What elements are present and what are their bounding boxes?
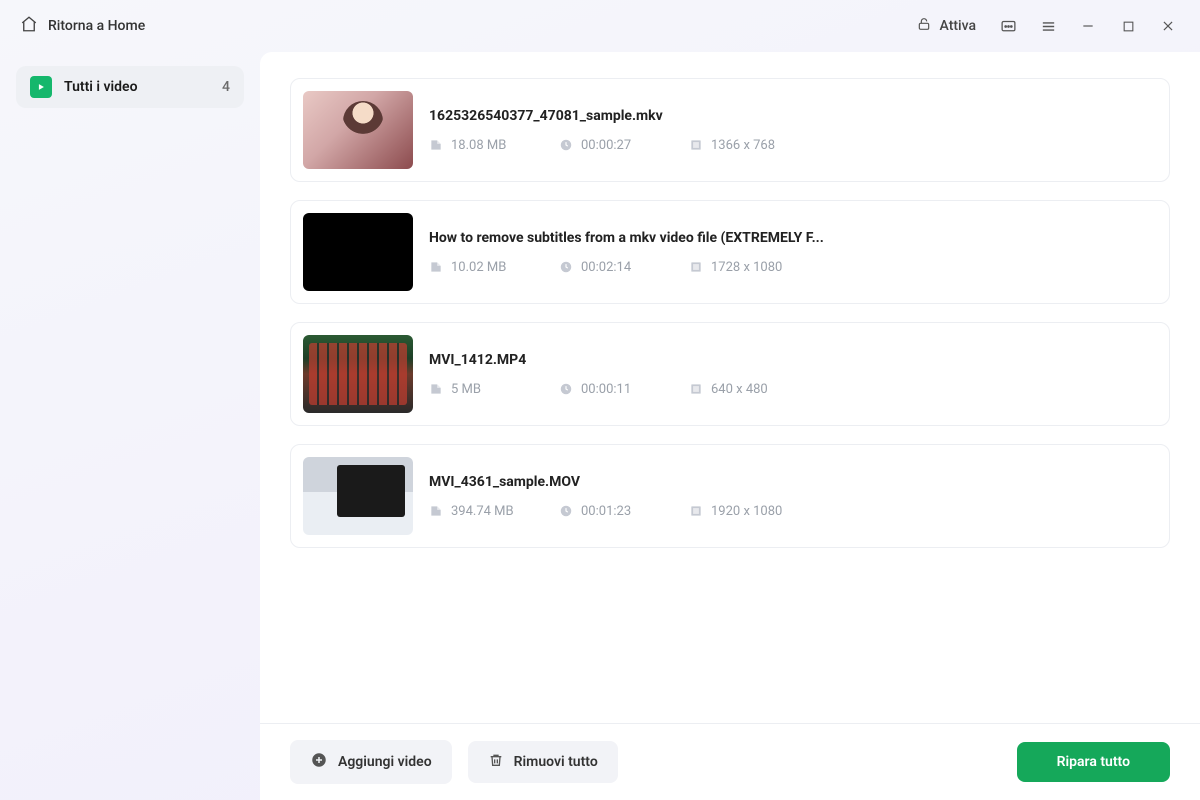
minimize-button[interactable] — [1068, 6, 1108, 46]
repair-all-button[interactable]: Ripara tutto — [1017, 742, 1170, 782]
sidebar: Tutti i video 4 — [0, 52, 260, 800]
sidebar-item-count: 4 — [222, 79, 230, 95]
stat-duration: 00:02:14 — [559, 260, 649, 275]
video-thumbnail — [303, 91, 413, 169]
video-filename: 1625326540377_47081_sample.mkv — [429, 108, 1157, 124]
video-meta: MVI_4361_sample.MOV 394.74 MB 00:01:23 1… — [429, 474, 1157, 519]
video-list: 1625326540377_47081_sample.mkv 18.08 MB … — [260, 52, 1200, 723]
video-thumbnail — [303, 213, 413, 291]
trash-icon — [488, 752, 504, 772]
video-thumbnail — [303, 335, 413, 413]
video-card[interactable]: How to remove subtitles from a mkv video… — [290, 200, 1170, 304]
video-stats: 5 MB 00:00:11 640 x 480 — [429, 382, 1157, 397]
maximize-button[interactable] — [1108, 6, 1148, 46]
stat-resolution: 1728 x 1080 — [689, 260, 782, 275]
activate-label: Attiva — [940, 18, 976, 34]
stat-duration: 00:00:27 — [559, 138, 649, 153]
video-thumbnail — [303, 457, 413, 535]
footer: Aggiungi video Rimuovi tutto Ripara tutt… — [260, 723, 1200, 800]
stat-size: 5 MB — [429, 382, 519, 397]
stat-resolution: 1920 x 1080 — [689, 504, 782, 519]
stat-duration: 00:00:11 — [559, 382, 649, 397]
feedback-button[interactable] — [988, 6, 1028, 46]
home-link[interactable]: Ritorna a Home — [20, 15, 145, 37]
video-meta: MVI_1412.MP4 5 MB 00:00:11 640 x 480 — [429, 352, 1157, 397]
video-meta: 1625326540377_47081_sample.mkv 18.08 MB … — [429, 108, 1157, 153]
stat-resolution: 1366 x 768 — [689, 138, 779, 153]
sidebar-item-all-videos[interactable]: Tutti i video 4 — [16, 66, 244, 108]
close-button[interactable] — [1148, 6, 1188, 46]
video-card[interactable]: 1625326540377_47081_sample.mkv 18.08 MB … — [290, 78, 1170, 182]
video-stats: 18.08 MB 00:00:27 1366 x 768 — [429, 138, 1157, 153]
repair-all-label: Ripara tutto — [1057, 754, 1130, 770]
content: 1625326540377_47081_sample.mkv 18.08 MB … — [260, 52, 1200, 800]
video-filename: MVI_1412.MP4 — [429, 352, 1157, 368]
video-card[interactable]: MVI_1412.MP4 5 MB 00:00:11 640 x 480 — [290, 322, 1170, 426]
window-controls — [988, 6, 1188, 46]
remove-all-label: Rimuovi tutto — [514, 754, 598, 770]
play-icon — [30, 76, 52, 98]
stat-size: 10.02 MB — [429, 260, 519, 275]
stat-size: 394.74 MB — [429, 504, 519, 519]
add-video-label: Aggiungi video — [338, 754, 432, 770]
video-meta: How to remove subtitles from a mkv video… — [429, 230, 1157, 275]
home-icon — [20, 15, 38, 37]
video-filename: MVI_4361_sample.MOV — [429, 474, 1157, 490]
video-card[interactable]: MVI_4361_sample.MOV 394.74 MB 00:01:23 1… — [290, 444, 1170, 548]
stat-resolution: 640 x 480 — [689, 382, 779, 397]
activate-button[interactable]: Attiva — [916, 16, 976, 36]
video-filename: How to remove subtitles from a mkv video… — [429, 230, 1157, 246]
stat-duration: 00:01:23 — [559, 504, 649, 519]
main: Tutti i video 4 1625326540377_47081_samp… — [0, 52, 1200, 800]
remove-all-button[interactable]: Rimuovi tutto — [468, 741, 618, 783]
lock-icon — [916, 16, 932, 36]
titlebar: Ritorna a Home Attiva — [0, 0, 1200, 52]
home-label: Ritorna a Home — [48, 18, 145, 34]
video-stats: 394.74 MB 00:01:23 1920 x 1080 — [429, 504, 1157, 519]
sidebar-item-label: Tutti i video — [64, 79, 138, 95]
add-video-button[interactable]: Aggiungi video — [290, 740, 452, 784]
menu-button[interactable] — [1028, 6, 1068, 46]
stat-size: 18.08 MB — [429, 138, 519, 153]
plus-circle-icon — [310, 751, 328, 773]
video-stats: 10.02 MB 00:02:14 1728 x 1080 — [429, 260, 1157, 275]
